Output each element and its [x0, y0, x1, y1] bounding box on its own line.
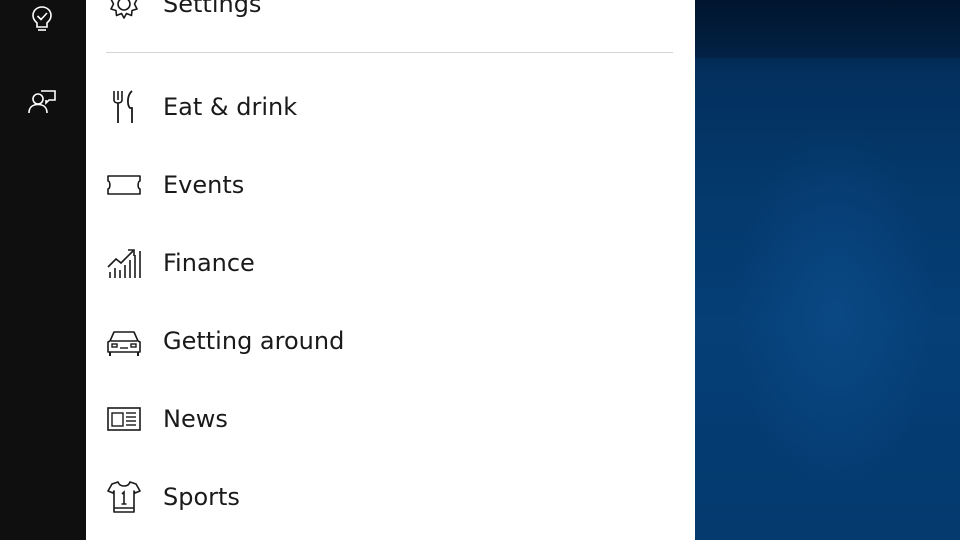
menu-item-sports[interactable]: Sports [106, 467, 673, 527]
cortana-notebook-screen: Settings Eat & drink Events Finance Gett… [0, 0, 960, 540]
left-rail [0, 0, 86, 540]
menu-divider [106, 52, 673, 53]
jersey-icon-wrap [106, 479, 142, 515]
menu-item-eat-drink[interactable]: Eat & drink [106, 77, 673, 137]
finance-chart-icon-wrap [106, 245, 142, 281]
car-icon-wrap [106, 323, 142, 359]
fork-knife-icon [113, 90, 133, 123]
lightbulb-check-icon [32, 6, 52, 31]
newspaper-icon [107, 407, 141, 431]
gear-icon-wrap [106, 0, 142, 22]
ticket-icon [107, 175, 141, 195]
notebook-panel: Settings Eat & drink Events Finance Gett… [86, 0, 695, 540]
menu-item-label: Eat & drink [163, 93, 298, 121]
menu-item-settings[interactable]: Settings [106, 0, 673, 34]
ticket-icon-wrap [106, 167, 142, 203]
menu-item-events[interactable]: Events [106, 155, 673, 215]
menu-item-label: News [163, 405, 228, 433]
finance-chart-icon [107, 249, 141, 278]
desktop-background [695, 0, 960, 540]
rail-feedback-button[interactable] [22, 82, 62, 122]
wallpaper-sheen [735, 120, 935, 500]
menu-item-label: Finance [163, 249, 255, 277]
rail-notebook-button[interactable] [22, 0, 62, 40]
menu-item-news[interactable]: News [106, 389, 673, 449]
car-icon [107, 331, 141, 356]
newspaper-icon-wrap [106, 401, 142, 437]
gear-icon [110, 0, 138, 19]
menu-item-label: Getting around [163, 327, 345, 355]
menu-item-label: Sports [163, 483, 240, 511]
menu-item-label: Events [163, 171, 245, 199]
fork-knife-icon-wrap [106, 89, 142, 125]
menu-item-finance[interactable]: Finance [106, 233, 673, 293]
jersey-icon [107, 481, 141, 513]
wallpaper-band [695, 0, 960, 58]
menu-item-getting-around[interactable]: Getting around [106, 311, 673, 371]
menu-item-label: Settings [163, 0, 262, 18]
person-feedback-icon [28, 90, 56, 114]
